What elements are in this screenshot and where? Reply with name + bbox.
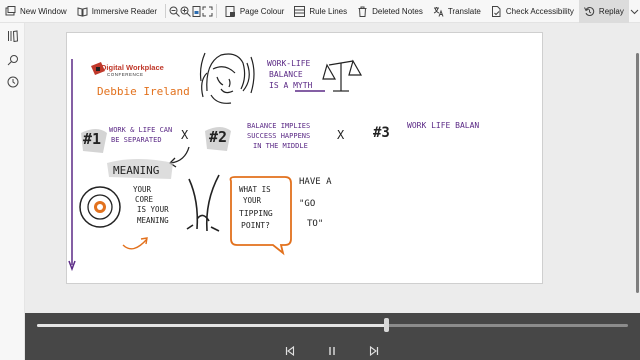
skip-back-icon xyxy=(285,345,295,356)
core-line-4: MEANING xyxy=(137,216,169,225)
headline-line-3: IS A MYTH xyxy=(269,81,312,90)
deleted-notes-button[interactable]: Deleted Notes xyxy=(352,0,428,23)
zoom-in-button[interactable] xyxy=(180,0,191,23)
vertical-scrollbar[interactable] xyxy=(636,53,639,293)
replay-controls xyxy=(25,313,640,360)
immersive-reader-button[interactable]: Immersive Reader xyxy=(72,0,162,23)
rule-lines-label: Rule Lines xyxy=(309,6,348,16)
page-colour-icon xyxy=(225,5,236,17)
page-colour-button[interactable]: Page Colour xyxy=(220,0,289,23)
tip-line-4: POINT? xyxy=(241,221,270,230)
left-navigation xyxy=(0,23,25,360)
point-2-line-1: BALANCE IMPLIES xyxy=(247,122,311,130)
clock-icon xyxy=(7,76,18,87)
note-page[interactable]: Digital Workplace CONFERENCE Debbie Irel… xyxy=(66,32,543,284)
headline-myth: MYTH xyxy=(293,81,313,90)
headline-line-1: WORK-LIFE xyxy=(267,59,311,68)
search-button[interactable] xyxy=(6,53,19,66)
point-1-number: #1 xyxy=(83,130,102,148)
chevron-down-icon xyxy=(630,9,639,14)
goto-line-3: TO" xyxy=(307,219,324,229)
translate-label: Translate xyxy=(447,6,481,16)
translate-icon xyxy=(433,6,444,17)
core-line-3: IS YOUR xyxy=(137,205,169,214)
point-2-line-3: IN THE MIDDLE xyxy=(253,142,308,150)
page-width-icon xyxy=(192,5,201,17)
new-window-label: New Window xyxy=(20,6,67,16)
conference-logo-subtitle: CONFERENCE xyxy=(107,72,144,77)
speaker-name: Debbie Ireland xyxy=(97,85,190,98)
trash-icon xyxy=(357,6,368,17)
replay-timeline[interactable] xyxy=(37,324,628,327)
goto-line-1: HAVE A xyxy=(299,177,332,187)
headline-line-2: BALANCE xyxy=(269,70,303,79)
immersive-reader-icon xyxy=(77,6,88,17)
new-window-button[interactable]: New Window xyxy=(0,0,72,23)
zoom-in-icon xyxy=(180,6,191,17)
toolbar-divider xyxy=(165,4,166,18)
conference-logo-title: Digital Workplace xyxy=(101,63,164,72)
tip-line-3: TIPPING xyxy=(239,209,273,218)
zoom-out-icon xyxy=(169,6,180,17)
more-options-button[interactable] xyxy=(629,0,640,23)
new-window-icon xyxy=(5,5,16,17)
recent-notes-button[interactable] xyxy=(6,75,19,88)
rule-lines-button[interactable]: Rule Lines xyxy=(289,0,352,23)
page-width-button[interactable] xyxy=(191,0,202,23)
notebooks-icon xyxy=(7,29,18,42)
check-accessibility-label: Check Accessibility xyxy=(505,6,574,16)
point-2-number: #2 xyxy=(209,128,228,146)
page-colour-label: Page Colour xyxy=(239,6,285,16)
point-2-line-2: SUCCESS HAPPENS xyxy=(247,132,311,140)
tip-line-2: YOUR xyxy=(243,196,262,205)
core-line-1: YOUR xyxy=(133,185,152,194)
replay-label: Replay xyxy=(598,6,624,16)
tip-line-1: WHAT IS xyxy=(239,185,271,194)
immersive-reader-label: Immersive Reader xyxy=(91,6,158,16)
full-page-icon xyxy=(202,6,213,16)
full-page-button[interactable] xyxy=(202,0,213,23)
rule-lines-icon xyxy=(294,5,306,17)
point-1-line-1: WORK & LIFE CAN xyxy=(109,126,173,134)
notebooks-button[interactable] xyxy=(6,29,19,42)
previous-button[interactable] xyxy=(283,344,297,357)
point-1-line-2: BE SEPARATED xyxy=(111,136,162,144)
note-canvas[interactable]: Digital Workplace CONFERENCE Debbie Irel… xyxy=(25,23,640,313)
search-icon xyxy=(7,54,18,65)
replay-button[interactable]: Replay xyxy=(578,0,629,23)
pause-icon xyxy=(329,346,335,355)
meaning-label: MEANING xyxy=(113,164,160,177)
replay-icon xyxy=(583,6,595,17)
deleted-notes-label: Deleted Notes xyxy=(372,6,423,16)
goto-line-2: "GO xyxy=(299,199,316,209)
check-accessibility-button[interactable]: Check Accessibility xyxy=(486,0,579,23)
point-3-text: WORK LIFE BALAN xyxy=(407,121,480,130)
pause-button[interactable] xyxy=(325,344,339,357)
skip-forward-icon xyxy=(369,345,379,356)
replay-progress xyxy=(37,324,386,327)
point-2-cross: X xyxy=(337,128,345,142)
replay-scrubber[interactable] xyxy=(383,318,389,332)
accessibility-icon xyxy=(491,5,502,17)
point-3-number: #3 xyxy=(373,125,390,141)
ribbon-toolbar: New Window Immersive Reader Page Colour … xyxy=(0,0,640,23)
point-1-cross: X xyxy=(181,128,189,142)
zoom-out-button[interactable] xyxy=(169,0,180,23)
core-line-2: CORE xyxy=(135,195,154,204)
next-button[interactable] xyxy=(367,344,381,357)
headline-prefix: IS A xyxy=(269,81,294,90)
toolbar-divider xyxy=(216,4,217,18)
translate-button[interactable]: Translate xyxy=(428,0,486,23)
